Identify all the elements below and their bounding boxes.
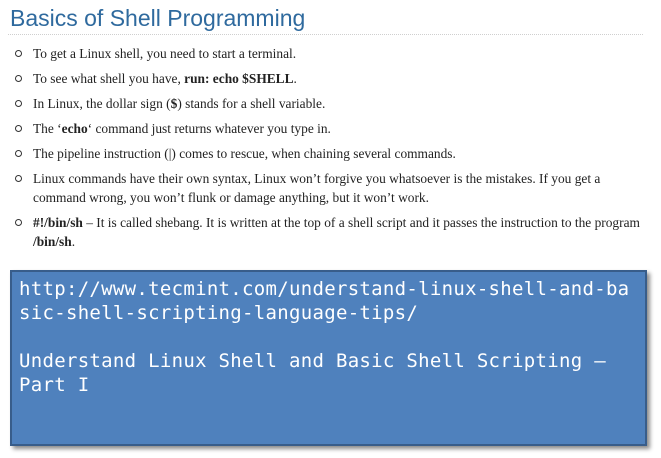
list-item: To see what shell you have, run: echo $S…: [14, 69, 644, 88]
command-text: run: echo $SHELL: [184, 71, 294, 86]
command-text: #!/bin/sh: [33, 215, 83, 230]
title-divider: [8, 34, 643, 35]
source-url[interactable]: http://www.tecmint.com/understand-linux-…: [19, 277, 637, 325]
list-item-text: To see what shell you have,: [33, 71, 185, 86]
list-item: The pipeline instruction (|) comes to re…: [14, 144, 644, 163]
list-item: The ‘echo‘ command just returns whatever…: [14, 119, 644, 138]
list-item: #!/bin/sh – It is called shebang. It is …: [14, 213, 644, 251]
circle-bullet-icon: [15, 125, 22, 132]
circle-bullet-icon: [15, 175, 22, 182]
list-item: In Linux, the dollar sign ($) stands for…: [14, 94, 644, 113]
list-item: To get a Linux shell, you need to start …: [14, 44, 644, 63]
list-item-text: In Linux, the dollar sign (: [33, 96, 171, 111]
banner-spacer: [19, 325, 637, 349]
source-title: Understand Linux Shell and Basic Shell S…: [19, 350, 606, 396]
circle-bullet-icon: [15, 100, 22, 107]
circle-bullet-icon: [15, 219, 22, 226]
list-item: Linux commands have their own syntax, Li…: [14, 169, 644, 207]
list-item-text: To get a Linux shell, you need to start …: [33, 46, 297, 61]
list-item-text: .: [71, 234, 76, 249]
list-item-text: – It is called shebang. It is written at…: [82, 215, 640, 230]
list-item-text: ) stands for a shell variable.: [177, 96, 326, 111]
source-banner: http://www.tecmint.com/understand-linux-…: [10, 270, 647, 446]
circle-bullet-icon: [15, 75, 22, 82]
list-item-text: .: [293, 71, 297, 86]
command-text: /bin/sh: [33, 234, 72, 249]
circle-bullet-icon: [15, 50, 22, 57]
list-item-text: The ‘: [33, 121, 62, 136]
list-item-text: Linux commands have their own syntax, Li…: [33, 171, 601, 205]
command-text: echo: [61, 121, 88, 136]
list-item-text: The pipeline instruction (|) comes to re…: [33, 146, 456, 161]
bullet-list: To get a Linux shell, you need to start …: [14, 44, 644, 257]
page-title: Basics of Shell Programming: [10, 5, 306, 31]
circle-bullet-icon: [15, 150, 22, 157]
list-item-text: ‘ command just returns whatever you type…: [87, 121, 331, 136]
